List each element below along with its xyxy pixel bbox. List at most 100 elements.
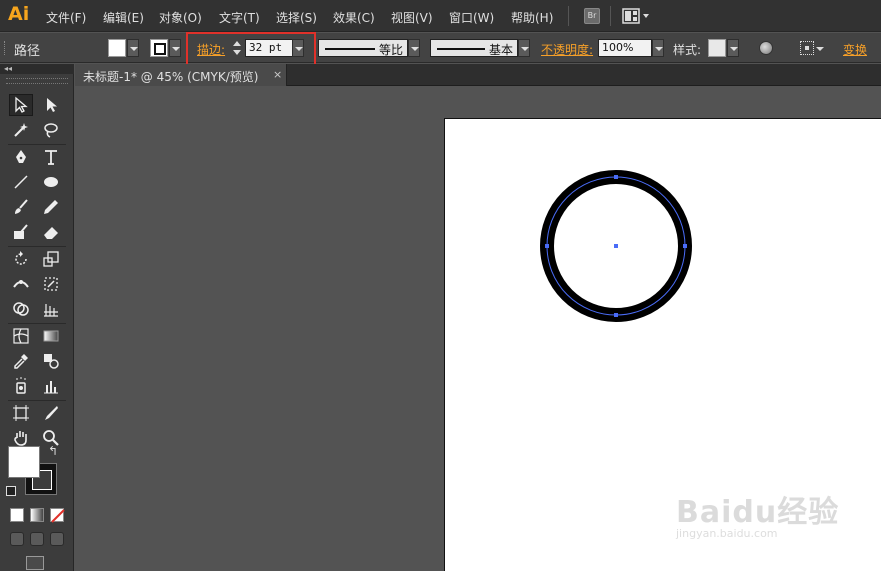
gradient-tool[interactable]: [39, 325, 63, 347]
type-tool[interactable]: [39, 146, 63, 168]
menu-effect[interactable]: 效果(C): [333, 9, 375, 26]
width-icon: [13, 280, 29, 288]
ellipse-tool[interactable]: [39, 171, 63, 193]
column-graph-tool[interactable]: [39, 375, 63, 397]
perspective-grid-icon: [44, 304, 58, 317]
draw-behind-button[interactable]: [30, 532, 44, 546]
close-icon[interactable]: ×: [273, 68, 282, 81]
app-logo: Ai: [8, 3, 30, 25]
watermark: Baidu经验 jingyan.baidu.com: [676, 487, 839, 540]
perspective-grid-tool[interactable]: [39, 298, 63, 320]
tool-separator: [8, 323, 66, 324]
anchor-point-top[interactable]: [614, 175, 618, 179]
lasso-tool[interactable]: [39, 119, 63, 141]
eraser-icon: [44, 227, 58, 239]
anchor-point-left[interactable]: [545, 244, 549, 248]
direct-selection-tool[interactable]: [39, 94, 63, 116]
brush-dropdown-button[interactable]: [518, 39, 530, 57]
gradient-mode-button[interactable]: [30, 508, 44, 522]
workspace-switcher-button[interactable]: [622, 8, 650, 24]
selection-tool[interactable]: [9, 94, 33, 116]
blob-brush-tool[interactable]: [9, 221, 33, 243]
menu-edit[interactable]: 编辑(E): [103, 9, 144, 26]
opacity-input[interactable]: 100%: [598, 39, 652, 57]
bridge-button[interactable]: Br: [584, 8, 600, 24]
fill-color-box[interactable]: [8, 446, 40, 478]
control-bar-grip[interactable]: [4, 41, 7, 55]
none-slash-icon: [51, 509, 65, 523]
tools-panel-grip[interactable]: [6, 78, 68, 84]
shape-builder-icon: [13, 302, 29, 316]
variable-width-profile-select[interactable]: 等比: [318, 39, 408, 57]
stroke-dropdown-button[interactable]: [169, 39, 181, 57]
blend-tool[interactable]: [39, 350, 63, 372]
default-colors-icon[interactable]: [6, 486, 16, 496]
selected-circle-path[interactable]: [535, 165, 697, 327]
free-transform-icon: [44, 277, 58, 291]
menu-select[interactable]: 选择(S): [276, 9, 317, 26]
menu-help[interactable]: 帮助(H): [511, 9, 553, 26]
stroke-color-swatch[interactable]: [150, 39, 168, 57]
eraser-tool[interactable]: [39, 221, 63, 243]
shape-builder-tool[interactable]: [9, 298, 33, 320]
graphic-style-swatch[interactable]: [708, 39, 726, 57]
menu-object[interactable]: 对象(O): [159, 9, 202, 26]
hand-icon: [14, 431, 27, 446]
menu-window[interactable]: 窗口(W): [449, 9, 494, 26]
pen-tool[interactable]: [9, 146, 33, 168]
fill-dropdown-button[interactable]: [127, 39, 139, 57]
blend-icon: [44, 354, 59, 369]
watermark-url: jingyan.baidu.com: [676, 527, 778, 540]
mesh-tool[interactable]: [9, 325, 33, 347]
line-segment-tool[interactable]: [9, 171, 33, 193]
symbol-sprayer-tool[interactable]: [9, 375, 33, 397]
pencil-tool[interactable]: [39, 196, 63, 218]
transform-panel-link[interactable]: 变换: [843, 41, 867, 58]
magic-wand-icon: [14, 123, 28, 137]
rotate-tool[interactable]: [9, 248, 33, 270]
document-tab[interactable]: 未标题-1* @ 45% (CMYK/预览) ×: [75, 64, 287, 86]
slice-tool[interactable]: [39, 402, 63, 424]
brush-line-preview: [437, 48, 485, 50]
control-bar: 路径 描边: 32 pt 等比 基本 不透明度: 100% 样式: 变换: [0, 33, 881, 63]
style-dropdown-button[interactable]: [727, 39, 739, 57]
toolbox-collapse-strip[interactable]: ◂◂: [0, 64, 74, 74]
align-to-selection-icon[interactable]: [800, 41, 814, 55]
width-tool[interactable]: [9, 273, 33, 295]
magic-wand-tool[interactable]: [9, 119, 33, 141]
opacity-dropdown-button[interactable]: [652, 39, 664, 57]
slice-knife-icon: [45, 406, 58, 420]
selection-type-label: 路径: [14, 44, 41, 59]
opacity-panel-link[interactable]: 不透明度:: [541, 41, 593, 58]
anchor-point-right[interactable]: [683, 244, 687, 248]
profile-dropdown-button[interactable]: [408, 39, 420, 57]
brush-definition-select[interactable]: 基本: [430, 39, 518, 57]
center-point[interactable]: [614, 244, 618, 248]
free-transform-tool[interactable]: [39, 273, 63, 295]
ellipse-icon: [44, 177, 58, 187]
eyedropper-tool[interactable]: [9, 350, 33, 372]
color-mode-button[interactable]: [10, 508, 24, 522]
draw-inside-button[interactable]: [50, 532, 64, 546]
menu-view[interactable]: 视图(V): [391, 9, 433, 26]
tools-panel: ↰: [0, 74, 74, 571]
scale-tool[interactable]: [39, 248, 63, 270]
menu-bar: Ai 文件(F) 编辑(E) 对象(O) 文字(T) 选择(S) 效果(C) 视…: [0, 0, 881, 32]
gradient-icon: [43, 330, 59, 342]
anchor-point-bottom[interactable]: [614, 313, 618, 317]
pencil-icon: [44, 200, 58, 214]
swap-fill-stroke-icon[interactable]: ↰: [48, 444, 58, 458]
eyedropper-icon: [14, 354, 28, 369]
document-tab-title: 未标题-1* @ 45% (CMYK/预览): [83, 70, 259, 84]
recolor-artwork-icon[interactable]: [759, 41, 773, 55]
chevron-down-icon[interactable]: [816, 47, 824, 51]
menu-separator: [568, 6, 569, 26]
menu-type[interactable]: 文字(T): [219, 9, 260, 26]
fill-color-swatch[interactable]: [108, 39, 126, 57]
paintbrush-tool[interactable]: [9, 196, 33, 218]
screen-mode-button[interactable]: [26, 556, 44, 570]
menu-file[interactable]: 文件(F): [46, 9, 86, 26]
none-mode-button[interactable]: [50, 508, 65, 523]
draw-normal-button[interactable]: [10, 532, 24, 546]
artboard-tool[interactable]: [9, 402, 33, 424]
